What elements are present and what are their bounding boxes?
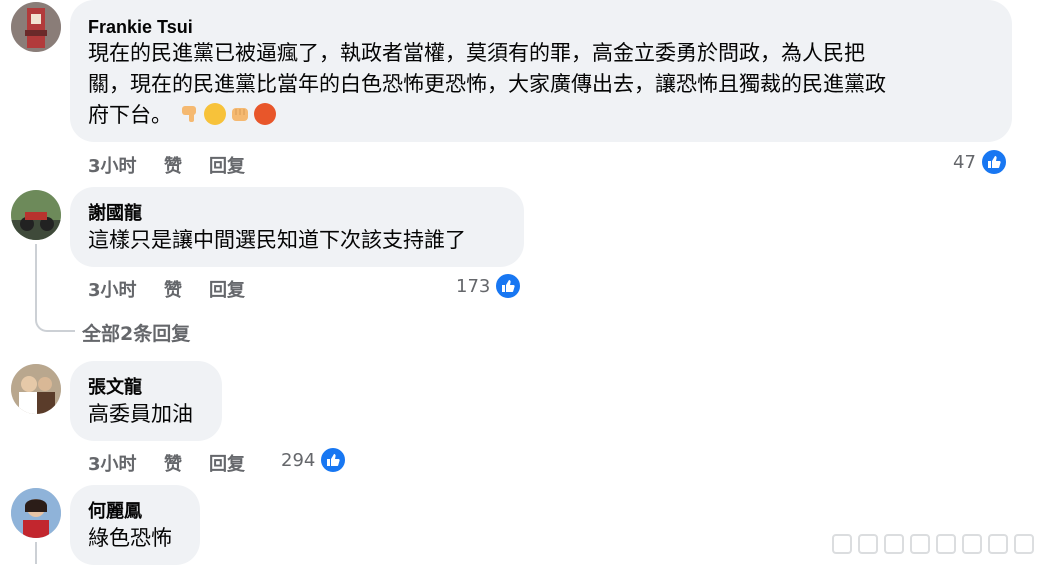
avatar[interactable] — [11, 364, 61, 414]
avatar[interactable] — [11, 2, 61, 52]
like-count[interactable]: 47 — [953, 148, 1008, 176]
thumbs-down-emoji — [179, 103, 201, 125]
comment-bubble: Frankie Tsui 現在的民進黨已被逼瘋了，執政者當權，莫須有的罪，高金立… — [70, 0, 1012, 142]
thumbs-up-icon — [494, 272, 523, 300]
comment-text: 現在的民進黨已被逼瘋了，執政者當權，莫須有的罪，高金立委勇於問政，為人民把 關，… — [88, 41, 886, 127]
avatar[interactable] — [11, 190, 61, 240]
thumbs-up-icon — [319, 446, 348, 474]
comment-text: 高委員加油 — [88, 402, 193, 426]
comment-time[interactable]: 3小时 — [88, 276, 137, 302]
thread-line — [35, 244, 75, 332]
reply-button[interactable]: 回复 — [209, 450, 245, 476]
comment-bubble: 何麗鳳 綠色恐怖 — [70, 485, 200, 565]
comment-bubble: 張文龍 高委員加油 — [70, 361, 222, 441]
thread-line — [35, 542, 37, 564]
avatar[interactable] — [11, 488, 61, 538]
fist-emoji — [229, 103, 251, 125]
like-button[interactable]: 赞 — [164, 450, 182, 476]
angry-face-emoji — [253, 103, 276, 125]
reply-button[interactable]: 回复 — [209, 152, 245, 178]
comment-author[interactable]: 謝國龍 — [88, 203, 142, 225]
comment-text: 這樣只是讓中間選民知道下次該支持誰了 — [88, 228, 466, 252]
reply-button[interactable]: 回复 — [209, 276, 245, 302]
comment-bubble: 謝國龍 這樣只是讓中間選民知道下次該支持誰了 — [70, 187, 524, 267]
watermark — [832, 534, 1034, 554]
like-button[interactable]: 赞 — [164, 276, 182, 302]
comment-author[interactable]: 張文龍 — [88, 377, 142, 399]
comment-author[interactable]: Frankie Tsui — [88, 16, 193, 38]
comment-time[interactable]: 3小时 — [88, 152, 137, 178]
like-count[interactable]: 173 — [456, 272, 523, 300]
like-count[interactable]: 294 — [281, 446, 348, 474]
view-replies-link[interactable]: 全部2条回复 — [82, 319, 190, 346]
comment-text: 綠色恐怖 — [88, 526, 172, 550]
thumbs-up-icon — [979, 148, 1008, 176]
comment-time[interactable]: 3小时 — [88, 450, 137, 476]
like-button[interactable]: 赞 — [164, 152, 182, 178]
tired-face-emoji — [203, 103, 226, 125]
comment-author[interactable]: 何麗鳳 — [88, 501, 142, 523]
